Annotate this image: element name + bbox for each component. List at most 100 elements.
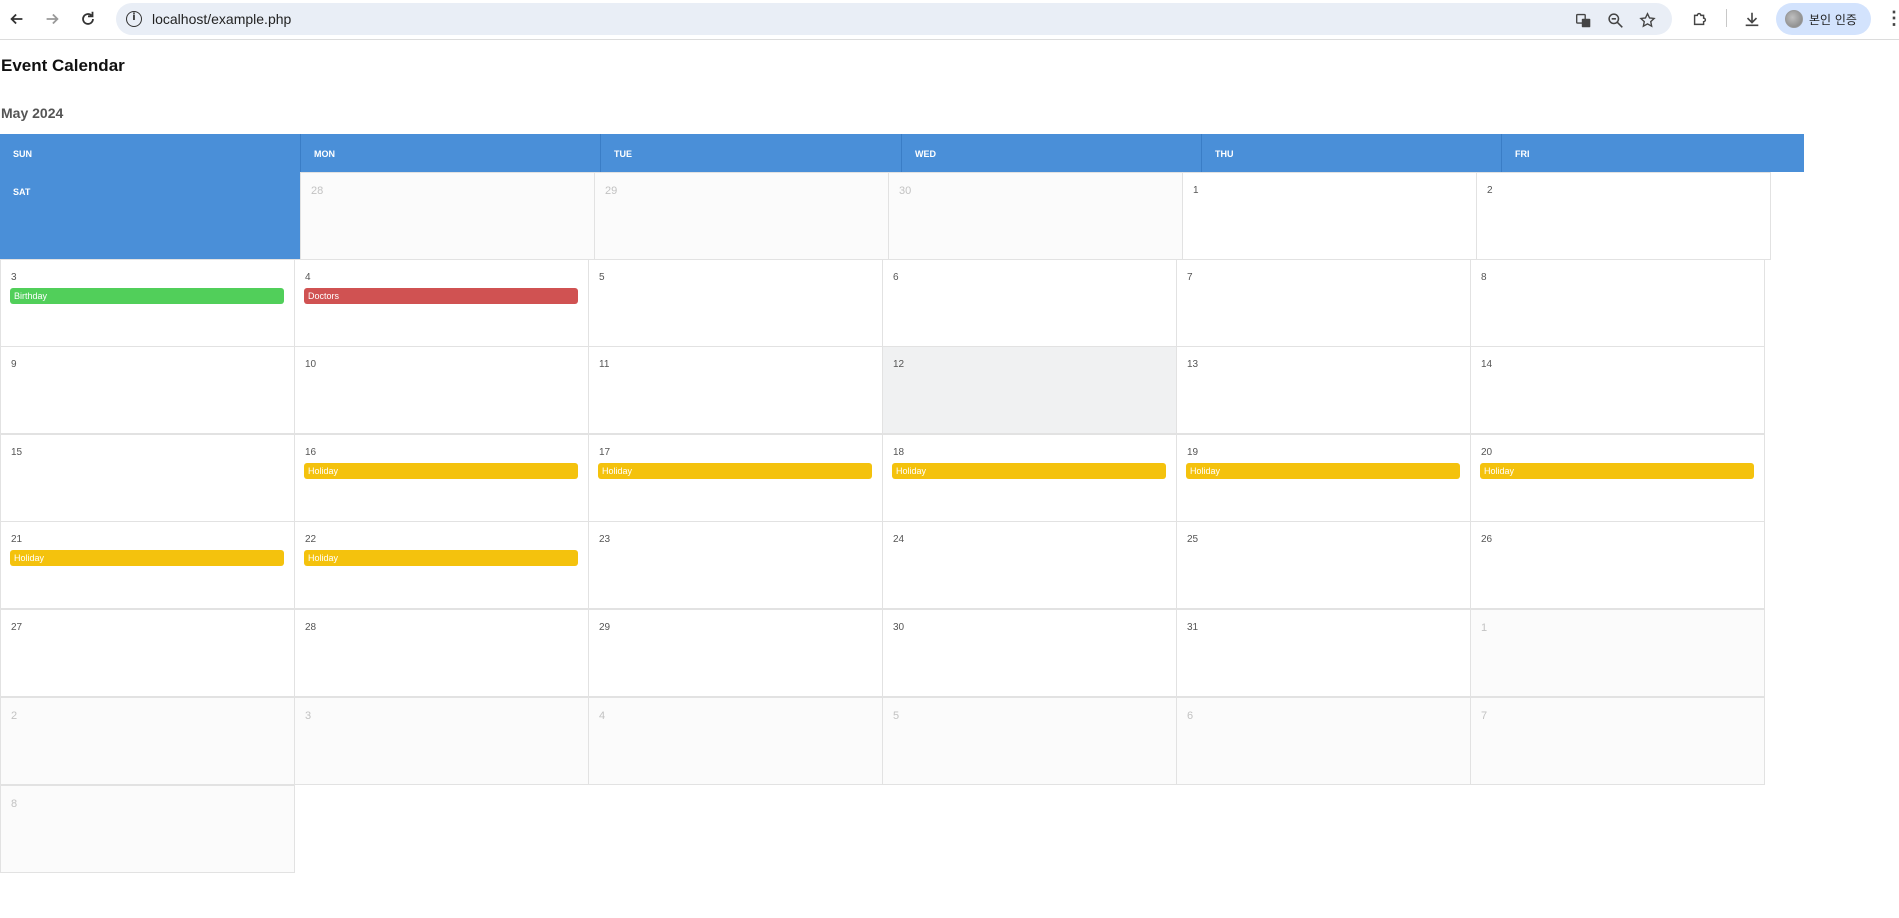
zoom-icon[interactable] xyxy=(1606,11,1624,29)
day-number: 5 xyxy=(599,272,605,283)
browser-toolbar: i localhost/example.php 본인 인증 ⋮ xyxy=(0,0,1899,40)
profile-button[interactable]: 본인 인증 xyxy=(1776,3,1871,35)
weekday-tue: TUE xyxy=(600,134,901,172)
event-holiday[interactable]: Holiday xyxy=(304,463,578,479)
day-cell[interactable]: 26 xyxy=(1470,521,1765,609)
day-cell[interactable]: 5 xyxy=(882,697,1177,785)
day-number: 2 xyxy=(11,710,18,722)
day-number: 11 xyxy=(599,359,610,370)
day-cell[interactable]: 10 xyxy=(294,346,589,434)
day-cell[interactable]: 15 xyxy=(0,434,295,522)
day-number: 3 xyxy=(305,710,312,722)
day-cell[interactable]: 21 Holiday xyxy=(0,521,295,609)
day-cell[interactable]: 9 xyxy=(0,346,295,434)
menu-icon[interactable]: ⋮ xyxy=(1885,9,1899,29)
day-number: 24 xyxy=(893,534,905,545)
weekday-wed: WED xyxy=(901,134,1201,172)
day-cell[interactable]: 30 xyxy=(882,609,1177,697)
day-cell[interactable]: 4 xyxy=(588,697,883,785)
day-cell[interactable]: 14 xyxy=(1470,346,1765,434)
day-number: 19 xyxy=(1187,447,1199,458)
day-cell[interactable]: 30 xyxy=(888,172,1183,260)
month-title: May 2024 xyxy=(1,105,64,121)
day-cell[interactable]: 7 xyxy=(1176,259,1471,347)
day-cell[interactable]: 23 xyxy=(588,521,883,609)
day-cell[interactable]: 3 Birthday xyxy=(0,259,295,347)
day-number: 1 xyxy=(1193,185,1199,196)
day-number: 6 xyxy=(893,272,899,283)
day-cell[interactable]: 4 Doctors xyxy=(294,259,589,347)
day-number: 3 xyxy=(11,272,17,283)
day-cell[interactable]: 1 xyxy=(1470,609,1765,697)
weekday-sun: SUN xyxy=(13,149,33,159)
day-cell[interactable]: 18 Holiday xyxy=(882,434,1177,522)
event-holiday[interactable]: Holiday xyxy=(304,550,578,566)
day-number: 9 xyxy=(11,359,17,370)
day-number: 7 xyxy=(1481,710,1488,722)
day-number: 8 xyxy=(1481,272,1487,283)
day-cell-today[interactable]: 12 xyxy=(882,346,1177,434)
day-number: 2 xyxy=(1487,185,1493,196)
event-holiday[interactable]: Holiday xyxy=(892,463,1166,479)
day-cell[interactable]: 6 xyxy=(1176,697,1471,785)
day-cell[interactable]: 5 xyxy=(588,259,883,347)
event-holiday[interactable]: Holiday xyxy=(598,463,872,479)
event-doctors[interactable]: Doctors xyxy=(304,288,578,304)
day-cell[interactable]: 19 Holiday xyxy=(1176,434,1471,522)
day-cell[interactable]: 11 xyxy=(588,346,883,434)
day-cell[interactable]: 29 xyxy=(588,609,883,697)
star-icon[interactable] xyxy=(1638,11,1656,29)
day-cell[interactable]: 1 xyxy=(1182,172,1477,260)
toolbar-divider xyxy=(1726,9,1727,27)
day-number: 4 xyxy=(599,710,606,722)
day-number: 17 xyxy=(599,447,611,458)
day-number: 4 xyxy=(305,272,311,283)
translate-icon[interactable] xyxy=(1574,11,1592,29)
weekday-fri: FRI xyxy=(1501,134,1804,172)
download-icon[interactable] xyxy=(1742,9,1762,29)
day-number: 20 xyxy=(1481,447,1493,458)
event-holiday[interactable]: Holiday xyxy=(1186,463,1460,479)
day-number: 1 xyxy=(1481,622,1488,634)
weekday-header: SUN MON TUE WED THU FRI xyxy=(0,134,1804,172)
day-number: 30 xyxy=(899,185,912,197)
address-bar[interactable]: i localhost/example.php xyxy=(116,3,1672,35)
day-number: 16 xyxy=(305,447,317,458)
avatar xyxy=(1785,10,1803,28)
extensions-icon[interactable] xyxy=(1690,9,1710,29)
day-cell[interactable]: 7 xyxy=(1470,697,1765,785)
day-cell[interactable]: 13 xyxy=(1176,346,1471,434)
weekday-sat: SAT xyxy=(0,172,300,259)
day-cell[interactable]: 17 Holiday xyxy=(588,434,883,522)
day-number: 27 xyxy=(11,622,23,633)
day-cell[interactable]: 29 xyxy=(594,172,889,260)
back-icon[interactable] xyxy=(4,6,30,32)
day-cell[interactable]: 3 xyxy=(294,697,589,785)
reload-icon[interactable] xyxy=(75,6,101,32)
day-cell[interactable]: 2 xyxy=(1476,172,1771,260)
day-number: 22 xyxy=(305,534,317,545)
day-cell[interactable]: 25 xyxy=(1176,521,1471,609)
info-icon[interactable]: i xyxy=(126,11,142,27)
day-cell[interactable]: 28 xyxy=(300,172,595,260)
event-holiday[interactable]: Holiday xyxy=(1480,463,1754,479)
day-cell[interactable]: 27 xyxy=(0,609,295,697)
day-cell[interactable]: 24 xyxy=(882,521,1177,609)
day-number: 15 xyxy=(11,447,23,458)
url-text[interactable]: localhost/example.php xyxy=(152,11,291,27)
day-cell[interactable]: 31 xyxy=(1176,609,1471,697)
event-birthday[interactable]: Birthday xyxy=(10,288,284,304)
day-cell[interactable]: 28 xyxy=(294,609,589,697)
day-cell[interactable]: 2 xyxy=(0,697,295,785)
day-cell[interactable]: 22 Holiday xyxy=(294,521,589,609)
day-number: 28 xyxy=(311,185,324,197)
day-number: 13 xyxy=(1187,359,1199,370)
event-holiday[interactable]: Holiday xyxy=(10,550,284,566)
day-cell[interactable]: 6 xyxy=(882,259,1177,347)
day-cell[interactable]: 20 Holiday xyxy=(1470,434,1765,522)
day-cell[interactable]: 8 xyxy=(1470,259,1765,347)
day-number: 23 xyxy=(599,534,611,545)
forward-icon[interactable] xyxy=(39,6,65,32)
day-cell[interactable]: 8 xyxy=(0,785,295,873)
day-cell[interactable]: 16 Holiday xyxy=(294,434,589,522)
